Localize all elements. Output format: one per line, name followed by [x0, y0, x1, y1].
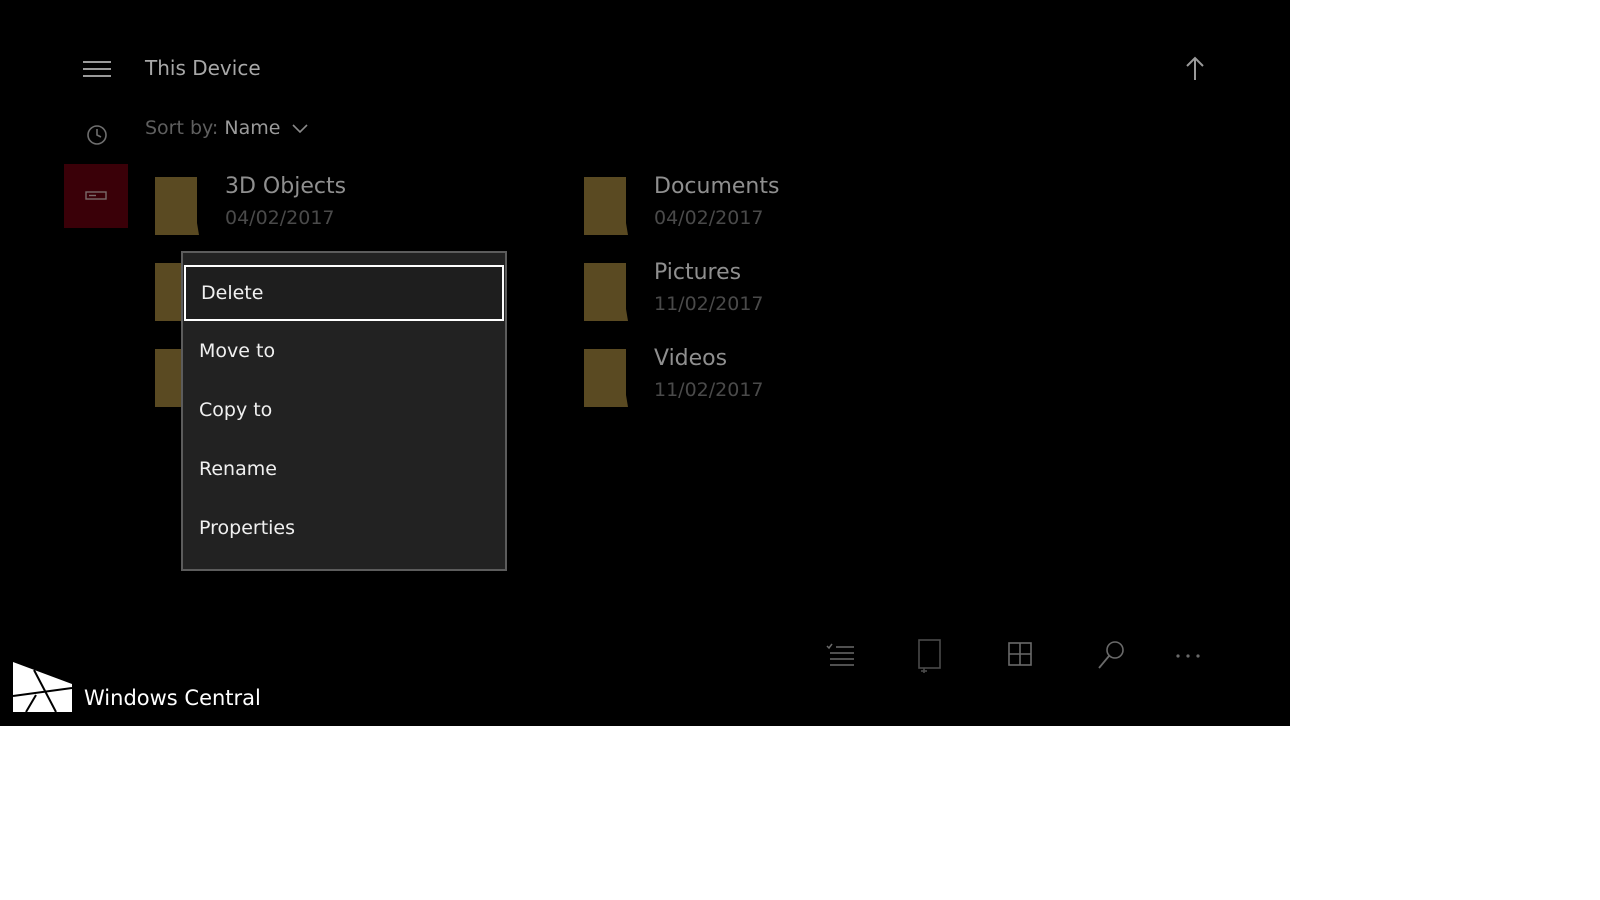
drive-icon [85, 191, 107, 200]
app-window: This Device Sort by: Name 3D Objects 04/… [0, 0, 1290, 726]
folder-icon [584, 349, 628, 407]
menu-item-properties[interactable]: Properties [183, 500, 505, 556]
search-icon[interactable] [1092, 638, 1132, 674]
sort-label: Sort by: [145, 117, 219, 139]
grid-view-icon[interactable] [1000, 638, 1040, 674]
folder-icon [584, 263, 628, 321]
select-list-icon[interactable] [822, 638, 862, 674]
recent-clock-icon[interactable] [80, 118, 114, 152]
more-icon[interactable] [1168, 638, 1208, 674]
chevron-down-icon [292, 123, 309, 133]
folder-name: Videos [654, 346, 728, 371]
folder-date: 04/02/2017 [654, 207, 764, 229]
menu-item-rename[interactable]: Rename [183, 441, 505, 497]
sort-value: Name [224, 117, 281, 139]
folder-item-3d-objects[interactable]: 3D Objects 04/02/2017 [155, 174, 515, 242]
folder-item-pictures[interactable]: Pictures 11/02/2017 [584, 260, 944, 328]
windows-central-logo [12, 660, 74, 713]
folder-name: Pictures [654, 260, 742, 285]
folder-icon [155, 177, 199, 235]
context-menu: Delete Move to Copy to Rename Properties [181, 251, 507, 571]
folder-icon [584, 177, 628, 235]
folder-item-documents[interactable]: Documents 04/02/2017 [584, 174, 944, 242]
folder-date: 04/02/2017 [225, 207, 335, 229]
hamburger-menu-icon[interactable] [80, 54, 114, 84]
folder-item-videos[interactable]: Videos 11/02/2017 [584, 346, 944, 414]
folder-date: 11/02/2017 [654, 293, 764, 315]
up-arrow-icon[interactable] [1180, 52, 1210, 86]
sort-dropdown[interactable]: Sort by: Name [145, 117, 309, 139]
watermark-text: Windows Central [84, 686, 261, 710]
folder-name: 3D Objects [225, 174, 347, 199]
menu-item-move-to[interactable]: Move to [183, 323, 505, 379]
menu-item-delete[interactable]: Delete [184, 265, 504, 321]
folder-date: 11/02/2017 [654, 379, 764, 401]
folder-name: Documents [654, 174, 780, 199]
new-folder-icon[interactable] [910, 638, 950, 674]
nav-this-device-selected[interactable] [64, 164, 128, 228]
menu-item-copy-to[interactable]: Copy to [183, 382, 505, 438]
page-title: This Device [145, 56, 261, 80]
